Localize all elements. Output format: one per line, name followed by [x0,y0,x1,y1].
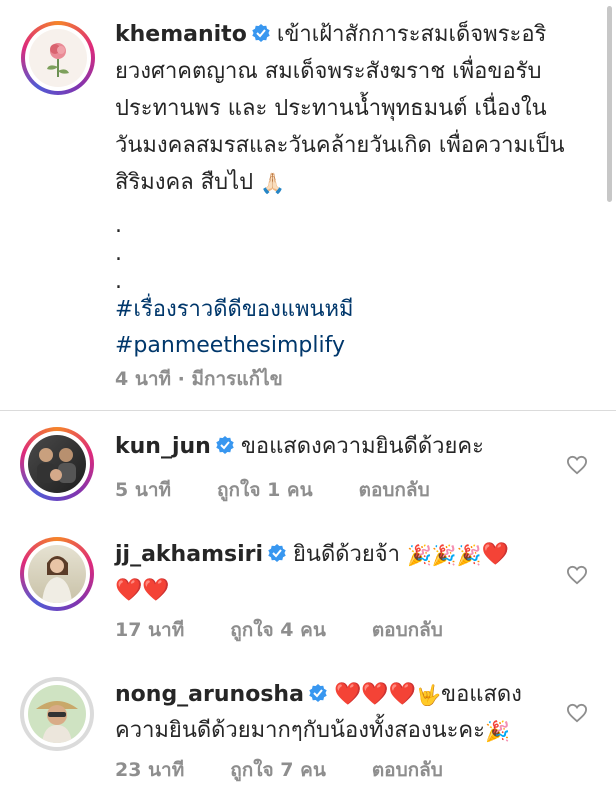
folded-hands-icon: 🙏🏻 [260,171,286,195]
verified-badge-icon [308,679,328,702]
verified-badge-icon [267,539,287,562]
post-avatar[interactable] [21,21,95,95]
like-heart-icon[interactable] [566,703,588,723]
red-heart-icon: ❤️ [481,542,510,567]
comment-text-block: kun_jun ขอแสดงความยินดีด้วยคะ [115,429,545,465]
red-heart-icon: ❤️❤️❤️ [333,682,417,707]
verified-badge-icon [251,18,271,42]
red-heart-icon: ❤️❤️ [115,578,170,603]
comment-avatar[interactable] [20,537,94,611]
edited-label: มีการแก้ไข [191,368,283,390]
comment-text-block: jj_akhamsiri ยินดีด้วยจ้า 🎉🎉🎉❤️ ❤️❤️ [115,537,545,609]
divider [0,410,616,411]
comment-likes[interactable]: ถูกใจ 1 คน [217,479,313,501]
portrait-avatar [28,545,86,603]
comment-time: 5 นาที [115,479,172,501]
comment-meta: 17 นาที ถูกใจ 4 คน ตอบกลับ [115,615,489,645]
hashtag-link[interactable]: #เรื่องราวดีดีของแพนหมี [115,292,354,328]
comment-meta: 23 นาที ถูกใจ 7 คน ตอบกลับ [115,755,489,785]
hashtag-link[interactable]: #panmeethesimplify [115,328,354,364]
meta-separator: · [171,368,192,390]
like-heart-icon[interactable] [566,455,588,475]
comment-avatar[interactable] [20,427,94,501]
comment-text: ขอแสดงความยินดีด้วยคะ [240,434,484,459]
reply-button[interactable]: ตอบกลับ [359,479,430,501]
post-username[interactable]: khemanito [115,22,247,47]
verified-badge-icon [215,431,235,454]
hashtag-list: #เรื่องราวดีดีของแพนหมี #panmeethesimpli… [115,292,354,364]
reply-button[interactable]: ตอบกลับ [372,619,443,641]
caption-dots: . . . [115,212,122,296]
rock-hand-icon: 🤟 [416,683,442,707]
like-heart-icon[interactable] [566,565,588,585]
post-meta: 4 นาที · มีการแก้ไข [115,364,283,394]
comment-meta: 5 นาที ถูกใจ 1 คน ตอบกลับ [115,475,476,505]
post-time: 4 นาที [115,368,172,390]
hat-portrait-avatar [28,685,86,743]
comment-username[interactable]: jj_akhamsiri [115,542,263,567]
caption-text: เข้าเฝ้าสักการะสมเด็จพระอริยวงศาคตญาณ สม… [115,22,565,195]
comment-text: ยินดีด้วยจ้า [293,542,401,567]
reply-button[interactable]: ตอบกลับ [372,759,443,781]
comment-time: 17 นาที [115,619,185,641]
dot-line: . [115,213,122,238]
comment-text-block: nong_arunosha ❤️❤️❤️🤟ขอแสดงความยินดีด้วยม… [115,677,545,749]
post-caption-block: khemanito เข้าเฝ้าสักการะสมเด็จพระอริยวงศ… [0,0,616,410]
comment-username[interactable]: nong_arunosha [115,682,304,707]
party-popper-icon: 🎉 [484,719,510,743]
comment-likes[interactable]: ถูกใจ 7 คน [230,759,326,781]
comment-avatar[interactable] [20,677,94,751]
post-caption: khemanito เข้าเฝ้าสักการะสมเด็จพระอริยวงศ… [115,16,570,202]
group-photo-avatar [28,435,86,493]
party-popper-icon: 🎉🎉🎉 [407,543,482,567]
comment-username[interactable]: kun_jun [115,434,211,459]
rose-avatar-image [29,29,87,87]
comment-likes[interactable]: ถูกใจ 4 คน [230,619,326,641]
comment-time: 23 นาที [115,759,185,781]
dot-line: . [115,241,122,266]
